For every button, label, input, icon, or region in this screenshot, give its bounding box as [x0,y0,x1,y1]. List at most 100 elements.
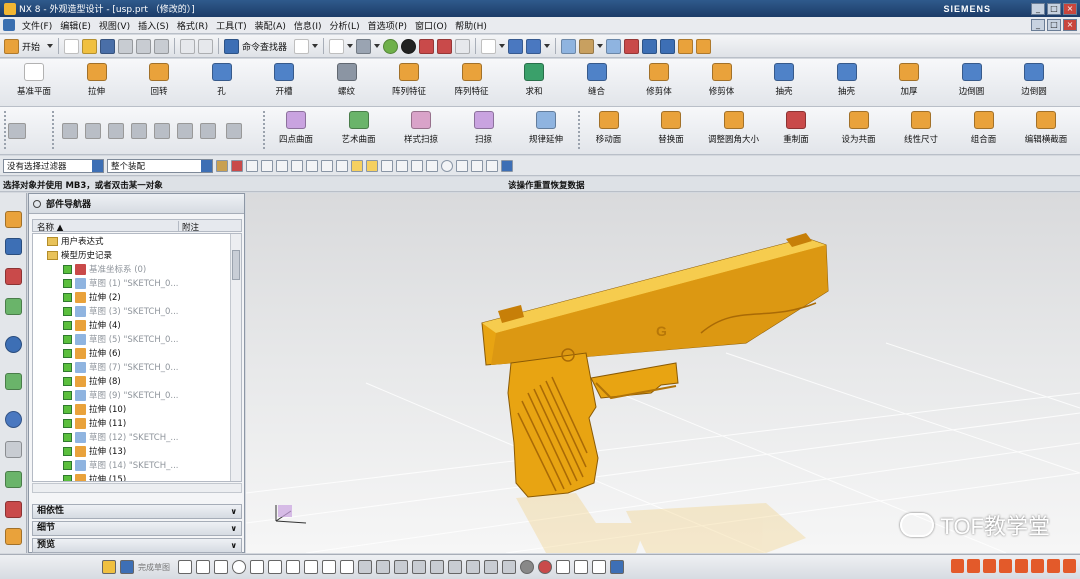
ime-chinese-icon[interactable] [967,559,980,573]
rectangle-icon[interactable] [286,560,300,574]
snap-slash-icon[interactable] [396,159,408,172]
select-all-icon[interactable] [246,159,258,172]
snap-perpendicular-icon[interactable] [486,159,498,172]
start-dropdown-icon[interactable] [47,44,54,48]
constraint-navigator-icon[interactable] [5,238,22,255]
redo-icon[interactable] [198,38,214,54]
sketch-icon[interactable] [102,560,116,574]
undo-icon[interactable] [180,38,196,54]
tool-unite[interactable]: 求和 [503,63,565,103]
fit-view-icon[interactable] [329,38,345,54]
menu-file[interactable]: 文件(F) [18,19,56,32]
history-icon[interactable] [5,411,22,428]
graphics-window[interactable]: G TOF教学堂 [246,193,1080,553]
visibility-checkbox[interactable] [63,390,72,400]
chamfer-icon[interactable] [268,560,282,574]
doc-close-button[interactable]: × [1063,19,1077,31]
visibility-checkbox[interactable] [63,446,72,456]
select-face-icon[interactable] [306,159,318,172]
arc-icon[interactable] [214,560,228,574]
ime-logo-icon[interactable] [951,559,964,573]
visibility-checkbox[interactable] [63,334,72,344]
minimize-button[interactable]: _ [1031,2,1045,15]
selection-scope-arrow-icon[interactable] [201,159,212,172]
face-analysis-icon[interactable] [610,560,624,574]
trim-icon[interactable] [358,560,372,574]
show-constraints-icon[interactable] [484,560,498,574]
tree-folder[interactable]: 模型历史记录 [33,248,231,262]
tree-node-extrude[interactable]: 拉伸 (13) [33,444,231,458]
auto-constrain-icon[interactable] [466,560,480,574]
menu-help[interactable]: 帮助(H) [451,19,491,32]
visibility-checkbox[interactable] [63,460,72,470]
ime-voice-icon[interactable] [1015,559,1028,573]
tool-trim-body[interactable]: 修剪体 [691,63,753,103]
type-filter-dropdown[interactable]: 没有选择过滤器 [3,158,104,173]
tree-node-extrude[interactable]: 拉伸 (2) [33,290,231,304]
filter-dropdown-icon[interactable] [312,44,319,48]
tool-thicken[interactable]: 加厚 [878,63,940,103]
process-studio-icon[interactable] [5,471,22,488]
menu-edit[interactable]: 编辑(E) [56,19,95,32]
visibility-checkbox[interactable] [63,292,72,302]
snap-end-icon[interactable] [660,38,676,54]
tree-node-datum[interactable]: 基准坐标系 (0) [33,262,231,276]
select-body-icon[interactable] [291,159,303,172]
type-filter-arrow-icon[interactable] [92,159,103,172]
line-icon[interactable] [196,560,210,574]
tool-groove[interactable]: 开槽 [253,63,315,103]
dependencies-panel[interactable]: 相依性 ∨ [32,504,242,519]
orient-dropdown-icon[interactable] [374,44,381,48]
shaded-view-icon[interactable] [520,560,534,574]
tool-four-point-surface[interactable]: 四点曲面 [265,111,327,151]
feature-select-icon[interactable] [231,159,243,172]
visibility-checkbox[interactable] [63,278,72,288]
menu-format[interactable]: 格式(R) [173,19,212,32]
hd3d-tools-icon[interactable] [5,336,22,353]
close-button[interactable]: × [1063,2,1077,15]
no-entry-icon[interactable] [556,560,570,574]
circle-icon[interactable] [232,560,246,574]
menu-analysis[interactable]: 分析(L) [326,19,364,32]
ime-skin-icon[interactable] [1047,559,1060,573]
system-materials-icon[interactable] [5,441,22,458]
tool-edge-blend[interactable]: 边倒圆 [1003,63,1065,103]
tree-node-extrude[interactable]: 拉伸 (15) [33,472,231,481]
pointer-icon[interactable] [592,560,606,574]
polygon-icon[interactable] [304,560,318,574]
rectangle-select-icon[interactable] [336,159,348,172]
render-style-icon[interactable] [401,38,417,54]
start-icon[interactable] [4,38,19,54]
cube-view-icon[interactable] [455,38,471,54]
finish-sketch-label[interactable]: 完成草图 [138,562,170,573]
snap-intersection-icon[interactable] [456,159,468,172]
tool-datum-plane[interactable]: 基准平面 [3,63,65,103]
fillet-icon[interactable] [250,560,264,574]
finish-sketch-icon[interactable] [120,560,134,574]
maximize-button[interactable]: □ [1047,2,1061,15]
tool-swept[interactable]: 扫掠 [453,111,515,151]
tool-remake-face[interactable]: 重制面 [765,111,827,151]
section-view-icon[interactable] [419,38,435,54]
cut-icon[interactable] [118,38,134,54]
open-folder-icon[interactable] [82,38,98,54]
doc-maximize-button[interactable]: □ [1047,19,1061,31]
tool-edit-section[interactable]: 编辑横截面 [1015,111,1077,151]
background-dropdown-icon[interactable] [499,44,506,48]
tool-pattern-feature[interactable]: 阵列特征 [378,63,440,103]
move-object-icon[interactable] [526,38,542,54]
render-mode-icon[interactable] [538,560,552,574]
visibility-checkbox[interactable] [63,404,72,414]
ime-emoji-icon[interactable] [999,559,1012,573]
tool-extrude[interactable]: 拉伸 [66,63,128,103]
select-filter-icon[interactable] [294,38,310,54]
tree-node-extrude[interactable]: 拉伸 (4) [33,318,231,332]
tree-node-extrude[interactable]: 拉伸 (8) [33,374,231,388]
assembly-navigator-icon[interactable] [5,211,22,228]
tool-shell[interactable]: 抽壳 [753,63,815,103]
doc-minimize-button[interactable]: _ [1031,19,1045,31]
tree-node-sketch[interactable]: 草图 (9) "SKETCH_0... [33,388,231,402]
tree-node-sketch[interactable]: 草图 (12) "SKETCH_... [33,430,231,444]
shaded-sphere-icon[interactable] [383,38,399,54]
visibility-checkbox[interactable] [63,362,72,372]
